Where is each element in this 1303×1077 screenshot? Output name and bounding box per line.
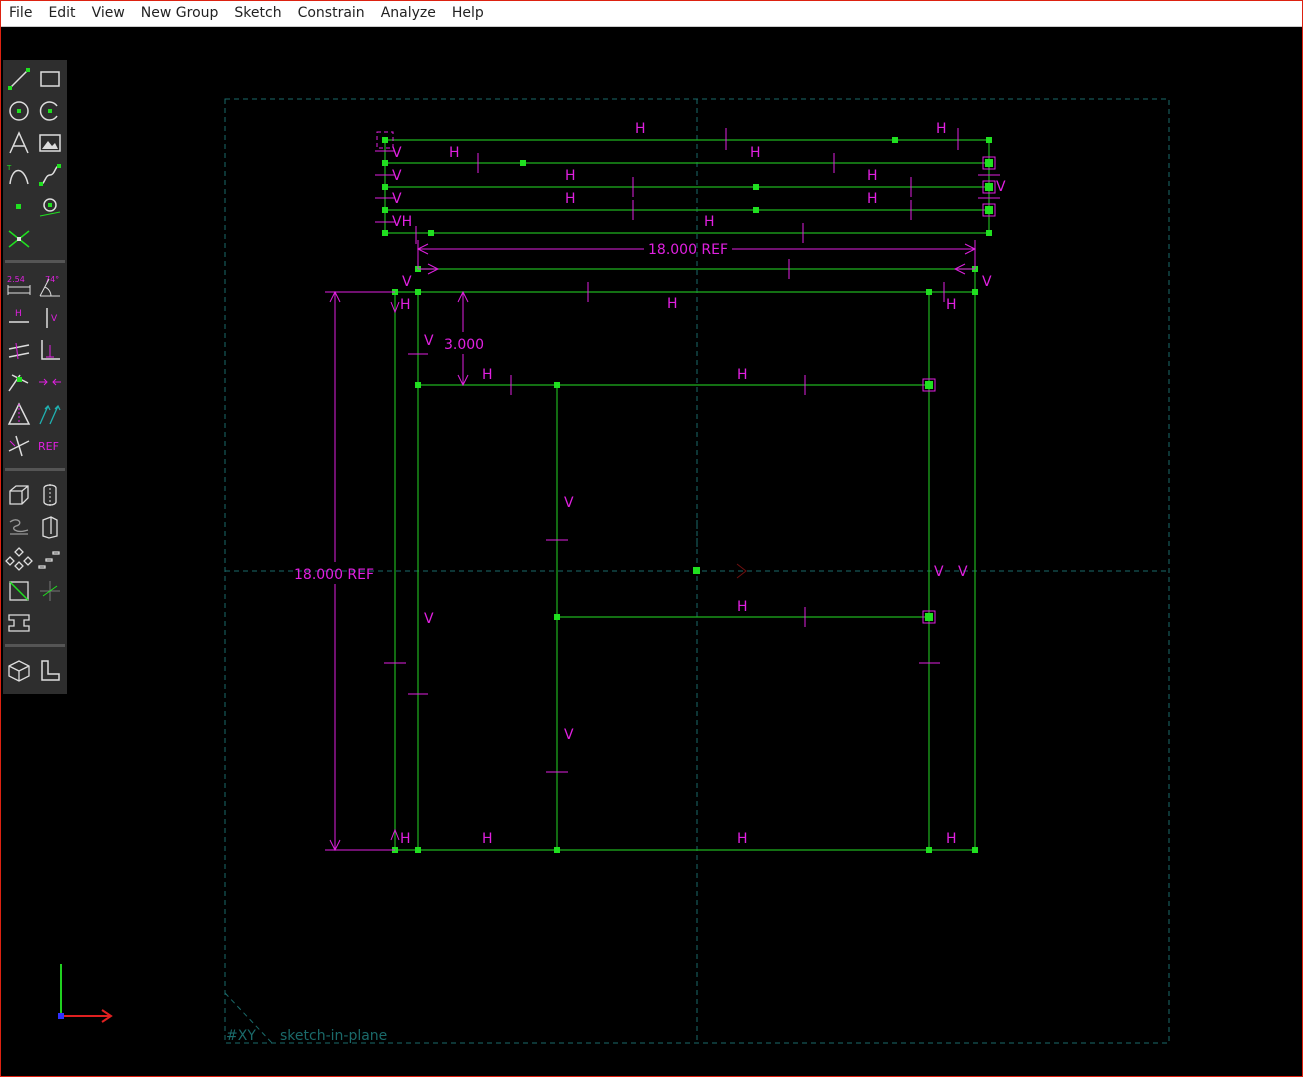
link-import-icon[interactable] <box>5 609 33 637</box>
menu-view[interactable]: View <box>84 1 133 26</box>
svg-text:H: H <box>15 309 22 319</box>
horizontal-constraint-icon[interactable]: H <box>5 304 33 332</box>
text-icon[interactable] <box>5 129 33 157</box>
svg-text:VH: VH <box>392 214 412 230</box>
step-translating-icon[interactable] <box>36 545 64 573</box>
isometric-view-icon[interactable] <box>5 657 33 685</box>
svg-text:REF: REF <box>38 440 59 453</box>
perpendicular-constraint-icon[interactable] <box>36 336 64 364</box>
toolbar-separator <box>5 468 65 471</box>
sketch-canvas[interactable]: #XY sketch-in-plane H H H H H H H H H H … <box>1 27 1301 1075</box>
svg-text:H: H <box>737 599 748 615</box>
svg-text:H: H <box>400 831 411 847</box>
svg-text:H: H <box>946 831 957 847</box>
constraint-markers[interactable] <box>325 128 1000 852</box>
svg-text:H: H <box>667 296 678 312</box>
image-icon[interactable] <box>36 129 64 157</box>
split-curves-icon[interactable] <box>5 225 33 253</box>
svg-text:H: H <box>635 121 646 137</box>
svg-text:H: H <box>867 168 878 184</box>
rectangle-icon[interactable] <box>36 65 64 93</box>
svg-text:H: H <box>946 297 957 313</box>
same-orientation-icon[interactable] <box>36 400 64 428</box>
svg-text:V: V <box>424 611 434 627</box>
cubic-spline-icon[interactable] <box>36 161 64 189</box>
svg-text:H: H <box>737 831 748 847</box>
svg-text:V: V <box>392 168 402 184</box>
symmetric-constraint-icon[interactable] <box>5 400 33 428</box>
svg-text:H: H <box>482 367 493 383</box>
reference-toggle-icon[interactable]: REF <box>36 432 64 460</box>
svg-text:H: H <box>449 145 460 161</box>
menu-help[interactable]: Help <box>444 1 492 26</box>
svg-text:V: V <box>51 314 58 324</box>
svg-text:V: V <box>564 495 574 511</box>
revolve-icon[interactable] <box>36 513 64 541</box>
svg-text:H: H <box>482 831 493 847</box>
circle-icon[interactable] <box>5 97 33 125</box>
tool-palette: T 2.54 74° H V REF <box>3 60 67 694</box>
svg-text:V: V <box>982 274 992 290</box>
extrude-icon[interactable] <box>5 481 33 509</box>
in-3d-workplane-icon[interactable] <box>5 577 33 605</box>
line-icon[interactable] <box>5 65 33 93</box>
toolbar-separator <box>5 260 65 263</box>
origin-point[interactable] <box>693 567 700 574</box>
workplane-icon[interactable] <box>36 193 64 221</box>
svg-text:V: V <box>392 191 402 207</box>
on-point-constraint-icon[interactable] <box>5 368 33 396</box>
menu-analyze[interactable]: Analyze <box>373 1 444 26</box>
other-supplementary-icon[interactable] <box>5 432 33 460</box>
distance-dimension-icon[interactable]: 2.54 <box>5 272 33 300</box>
top-width-dimension[interactable]: 18.000 REF <box>648 242 728 258</box>
menu-edit[interactable]: Edit <box>40 1 83 26</box>
svg-text:H: H <box>750 145 761 161</box>
svg-text:H: H <box>936 121 947 137</box>
tangent-arc-icon[interactable]: T <box>5 161 33 189</box>
constraint-labels: H H H H H H H H H H H H H H H H H H H V … <box>392 121 1006 847</box>
svg-text:T: T <box>6 164 12 172</box>
svg-text:H: H <box>400 297 411 313</box>
helix-icon[interactable] <box>5 513 33 541</box>
svg-text:H: H <box>737 367 748 383</box>
workplane-view-icon[interactable] <box>36 657 64 685</box>
step-rotating-icon[interactable] <box>5 545 33 573</box>
new-workplane-icon[interactable] <box>36 577 64 605</box>
menu-sketch[interactable]: Sketch <box>226 1 289 26</box>
svg-text:H: H <box>565 191 576 207</box>
axis-triad <box>58 964 113 1023</box>
angle-dimension-icon[interactable]: 74° <box>36 272 64 300</box>
menu-bar: File Edit View New Group Sketch Constrai… <box>1 1 1302 27</box>
svg-text:V: V <box>958 564 968 580</box>
svg-text:V: V <box>392 145 402 161</box>
menu-new-group[interactable]: New Group <box>133 1 227 26</box>
vertical-constraint-icon[interactable]: V <box>36 304 64 332</box>
svg-text:2.54: 2.54 <box>7 275 25 284</box>
workplane-label: #XY <box>226 1028 256 1044</box>
offset-dimension[interactable]: 3.000 <box>444 337 484 353</box>
group-label: sketch-in-plane <box>280 1028 387 1044</box>
datum-point-icon[interactable] <box>5 193 33 221</box>
lathe-icon[interactable] <box>36 481 64 509</box>
menu-file[interactable]: File <box>1 1 40 26</box>
svg-text:V: V <box>402 274 412 290</box>
midpoint-constraint-icon[interactable] <box>36 368 64 396</box>
svg-text:V: V <box>934 564 944 580</box>
menu-constrain[interactable]: Constrain <box>290 1 373 26</box>
svg-text:H: H <box>565 168 576 184</box>
svg-text:H: H <box>867 191 878 207</box>
svg-text:H: H <box>704 214 715 230</box>
svg-text:V: V <box>996 179 1006 195</box>
svg-text:V: V <box>424 333 434 349</box>
left-height-dimension[interactable]: 18.000 REF <box>294 567 374 583</box>
arc-icon[interactable] <box>36 97 64 125</box>
parallel-constraint-icon[interactable] <box>5 336 33 364</box>
toolbar-separator <box>5 644 65 647</box>
svg-text:V: V <box>564 727 574 743</box>
